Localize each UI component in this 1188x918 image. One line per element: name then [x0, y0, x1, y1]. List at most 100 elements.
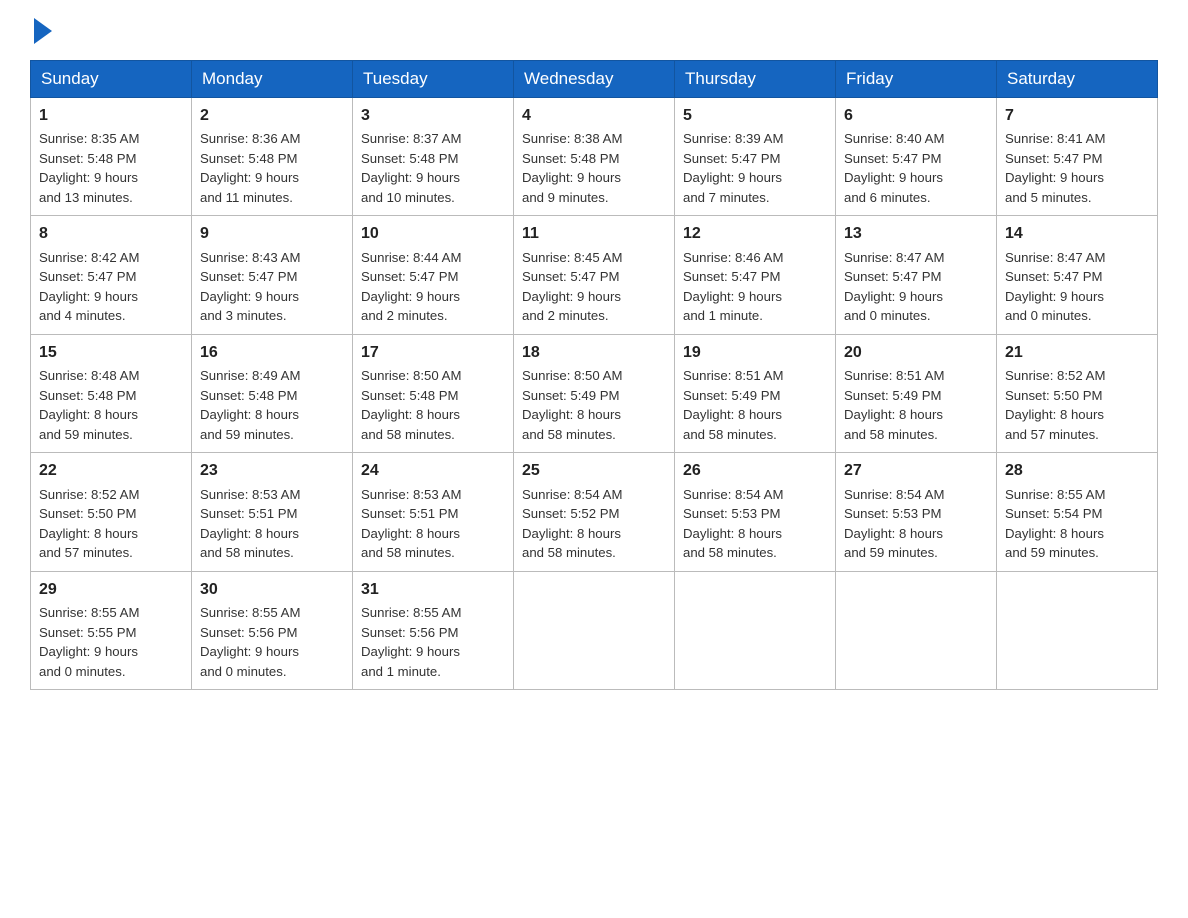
calendar-table: SundayMondayTuesdayWednesdayThursdayFrid… — [30, 60, 1158, 690]
calendar-cell: 26 Sunrise: 8:54 AMSunset: 5:53 PMDaylig… — [675, 453, 836, 571]
day-info: Sunrise: 8:51 AMSunset: 5:49 PMDaylight:… — [683, 368, 783, 442]
calendar-cell: 29 Sunrise: 8:55 AMSunset: 5:55 PMDaylig… — [31, 571, 192, 689]
day-number: 5 — [683, 104, 827, 127]
weekday-header-row: SundayMondayTuesdayWednesdayThursdayFrid… — [31, 61, 1158, 98]
day-info: Sunrise: 8:47 AMSunset: 5:47 PMDaylight:… — [844, 250, 944, 324]
day-number: 30 — [200, 578, 344, 601]
calendar-cell: 31 Sunrise: 8:55 AMSunset: 5:56 PMDaylig… — [353, 571, 514, 689]
day-info: Sunrise: 8:53 AMSunset: 5:51 PMDaylight:… — [200, 487, 300, 561]
calendar-cell: 8 Sunrise: 8:42 AMSunset: 5:47 PMDayligh… — [31, 216, 192, 334]
day-info: Sunrise: 8:55 AMSunset: 5:56 PMDaylight:… — [200, 605, 300, 679]
day-number: 15 — [39, 341, 183, 364]
calendar-cell: 18 Sunrise: 8:50 AMSunset: 5:49 PMDaylig… — [514, 334, 675, 452]
day-number: 10 — [361, 222, 505, 245]
calendar-week-2: 8 Sunrise: 8:42 AMSunset: 5:47 PMDayligh… — [31, 216, 1158, 334]
calendar-cell: 3 Sunrise: 8:37 AMSunset: 5:48 PMDayligh… — [353, 98, 514, 216]
day-info: Sunrise: 8:48 AMSunset: 5:48 PMDaylight:… — [39, 368, 139, 442]
day-number: 28 — [1005, 459, 1149, 482]
day-number: 16 — [200, 341, 344, 364]
calendar-cell — [997, 571, 1158, 689]
calendar-cell: 7 Sunrise: 8:41 AMSunset: 5:47 PMDayligh… — [997, 98, 1158, 216]
day-number: 27 — [844, 459, 988, 482]
calendar-cell: 30 Sunrise: 8:55 AMSunset: 5:56 PMDaylig… — [192, 571, 353, 689]
weekday-header-wednesday: Wednesday — [514, 61, 675, 98]
day-number: 31 — [361, 578, 505, 601]
day-info: Sunrise: 8:54 AMSunset: 5:52 PMDaylight:… — [522, 487, 622, 561]
day-info: Sunrise: 8:50 AMSunset: 5:48 PMDaylight:… — [361, 368, 461, 442]
calendar-cell: 12 Sunrise: 8:46 AMSunset: 5:47 PMDaylig… — [675, 216, 836, 334]
day-number: 4 — [522, 104, 666, 127]
day-info: Sunrise: 8:54 AMSunset: 5:53 PMDaylight:… — [844, 487, 944, 561]
day-number: 17 — [361, 341, 505, 364]
calendar-cell: 4 Sunrise: 8:38 AMSunset: 5:48 PMDayligh… — [514, 98, 675, 216]
calendar-cell: 5 Sunrise: 8:39 AMSunset: 5:47 PMDayligh… — [675, 98, 836, 216]
calendar-cell: 13 Sunrise: 8:47 AMSunset: 5:47 PMDaylig… — [836, 216, 997, 334]
calendar-cell: 17 Sunrise: 8:50 AMSunset: 5:48 PMDaylig… — [353, 334, 514, 452]
day-info: Sunrise: 8:42 AMSunset: 5:47 PMDaylight:… — [39, 250, 139, 324]
day-number: 7 — [1005, 104, 1149, 127]
calendar-cell: 24 Sunrise: 8:53 AMSunset: 5:51 PMDaylig… — [353, 453, 514, 571]
header — [30, 20, 1158, 40]
day-info: Sunrise: 8:53 AMSunset: 5:51 PMDaylight:… — [361, 487, 461, 561]
day-info: Sunrise: 8:55 AMSunset: 5:54 PMDaylight:… — [1005, 487, 1105, 561]
calendar-cell: 11 Sunrise: 8:45 AMSunset: 5:47 PMDaylig… — [514, 216, 675, 334]
calendar-cell: 16 Sunrise: 8:49 AMSunset: 5:48 PMDaylig… — [192, 334, 353, 452]
day-number: 12 — [683, 222, 827, 245]
calendar-cell: 20 Sunrise: 8:51 AMSunset: 5:49 PMDaylig… — [836, 334, 997, 452]
weekday-header-tuesday: Tuesday — [353, 61, 514, 98]
day-info: Sunrise: 8:43 AMSunset: 5:47 PMDaylight:… — [200, 250, 300, 324]
day-number: 9 — [200, 222, 344, 245]
logo — [30, 20, 52, 40]
day-info: Sunrise: 8:52 AMSunset: 5:50 PMDaylight:… — [1005, 368, 1105, 442]
calendar-cell: 6 Sunrise: 8:40 AMSunset: 5:47 PMDayligh… — [836, 98, 997, 216]
calendar-cell: 27 Sunrise: 8:54 AMSunset: 5:53 PMDaylig… — [836, 453, 997, 571]
calendar-cell: 14 Sunrise: 8:47 AMSunset: 5:47 PMDaylig… — [997, 216, 1158, 334]
calendar-cell: 25 Sunrise: 8:54 AMSunset: 5:52 PMDaylig… — [514, 453, 675, 571]
day-number: 23 — [200, 459, 344, 482]
calendar-week-1: 1 Sunrise: 8:35 AMSunset: 5:48 PMDayligh… — [31, 98, 1158, 216]
day-number: 11 — [522, 222, 666, 245]
calendar-week-5: 29 Sunrise: 8:55 AMSunset: 5:55 PMDaylig… — [31, 571, 1158, 689]
day-info: Sunrise: 8:50 AMSunset: 5:49 PMDaylight:… — [522, 368, 622, 442]
calendar-week-4: 22 Sunrise: 8:52 AMSunset: 5:50 PMDaylig… — [31, 453, 1158, 571]
day-number: 22 — [39, 459, 183, 482]
day-info: Sunrise: 8:49 AMSunset: 5:48 PMDaylight:… — [200, 368, 300, 442]
calendar-cell: 2 Sunrise: 8:36 AMSunset: 5:48 PMDayligh… — [192, 98, 353, 216]
day-info: Sunrise: 8:40 AMSunset: 5:47 PMDaylight:… — [844, 131, 944, 205]
calendar-cell: 19 Sunrise: 8:51 AMSunset: 5:49 PMDaylig… — [675, 334, 836, 452]
day-info: Sunrise: 8:39 AMSunset: 5:47 PMDaylight:… — [683, 131, 783, 205]
day-number: 24 — [361, 459, 505, 482]
logo-chevron-icon — [34, 18, 52, 44]
day-number: 14 — [1005, 222, 1149, 245]
day-number: 19 — [683, 341, 827, 364]
day-number: 6 — [844, 104, 988, 127]
calendar-cell — [675, 571, 836, 689]
calendar-cell: 21 Sunrise: 8:52 AMSunset: 5:50 PMDaylig… — [997, 334, 1158, 452]
day-info: Sunrise: 8:52 AMSunset: 5:50 PMDaylight:… — [39, 487, 139, 561]
day-number: 25 — [522, 459, 666, 482]
day-info: Sunrise: 8:36 AMSunset: 5:48 PMDaylight:… — [200, 131, 300, 205]
day-number: 26 — [683, 459, 827, 482]
calendar-cell: 9 Sunrise: 8:43 AMSunset: 5:47 PMDayligh… — [192, 216, 353, 334]
calendar-cell: 10 Sunrise: 8:44 AMSunset: 5:47 PMDaylig… — [353, 216, 514, 334]
day-number: 21 — [1005, 341, 1149, 364]
weekday-header-friday: Friday — [836, 61, 997, 98]
weekday-header-monday: Monday — [192, 61, 353, 98]
calendar-cell: 1 Sunrise: 8:35 AMSunset: 5:48 PMDayligh… — [31, 98, 192, 216]
day-number: 29 — [39, 578, 183, 601]
day-info: Sunrise: 8:55 AMSunset: 5:55 PMDaylight:… — [39, 605, 139, 679]
day-info: Sunrise: 8:54 AMSunset: 5:53 PMDaylight:… — [683, 487, 783, 561]
day-number: 1 — [39, 104, 183, 127]
calendar-cell: 23 Sunrise: 8:53 AMSunset: 5:51 PMDaylig… — [192, 453, 353, 571]
day-number: 2 — [200, 104, 344, 127]
calendar-week-3: 15 Sunrise: 8:48 AMSunset: 5:48 PMDaylig… — [31, 334, 1158, 452]
day-info: Sunrise: 8:44 AMSunset: 5:47 PMDaylight:… — [361, 250, 461, 324]
day-number: 20 — [844, 341, 988, 364]
weekday-header-saturday: Saturday — [997, 61, 1158, 98]
calendar-cell: 22 Sunrise: 8:52 AMSunset: 5:50 PMDaylig… — [31, 453, 192, 571]
day-info: Sunrise: 8:37 AMSunset: 5:48 PMDaylight:… — [361, 131, 461, 205]
calendar-cell — [514, 571, 675, 689]
calendar-cell — [836, 571, 997, 689]
weekday-header-thursday: Thursday — [675, 61, 836, 98]
day-number: 8 — [39, 222, 183, 245]
